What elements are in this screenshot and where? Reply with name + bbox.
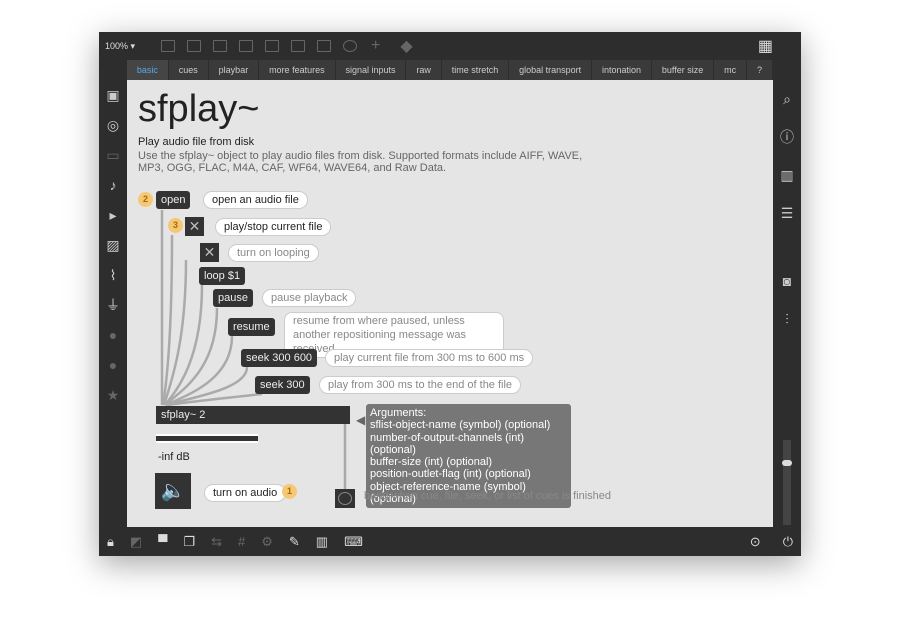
dial-icon[interactable] <box>343 40 357 52</box>
image-icon[interactable]: ▨ <box>99 230 127 260</box>
seek-300-message[interactable]: seek 300 <box>255 376 310 394</box>
play-list-icon[interactable]: ▸ <box>99 200 127 230</box>
wrench-icon[interactable]: ✎ <box>289 534 300 550</box>
loop-message[interactable]: loop $1 <box>199 267 246 285</box>
slider-icon[interactable] <box>317 40 331 52</box>
tab-help[interactable]: ? <box>747 60 773 80</box>
package-icon[interactable]: ▣ <box>99 80 127 110</box>
comment-open: open an audio file <box>203 191 308 209</box>
edit-icon[interactable]: ◩ <box>130 534 142 550</box>
comment-audio: turn on audio <box>204 484 287 502</box>
seek-300-600-message[interactable]: seek 300 600 <box>241 349 318 367</box>
sfplay-object[interactable]: sfplay~ 2 <box>156 406 350 424</box>
top-toolbar: 100% ▾ + ◆ ▦ <box>99 32 801 60</box>
film-icon[interactable]: ▭ <box>99 140 127 170</box>
debug-icon[interactable]: ⚙ <box>261 534 273 550</box>
tab-intonation[interactable]: intonation <box>592 60 652 80</box>
tab-signal-inputs[interactable]: signal inputs <box>336 60 407 80</box>
argument-item: number-of-output-channels (int) (optiona… <box>370 431 525 456</box>
target-icon[interactable]: ◎ <box>99 110 127 140</box>
step-badge-2: 2 <box>138 192 153 207</box>
arrow-left-icon: ◀ <box>356 413 366 427</box>
help-tabs: basic cues playbar more features signal … <box>127 60 773 80</box>
book-icon[interactable]: ▥ <box>773 160 801 190</box>
tab-playbar[interactable]: playbar <box>209 60 260 80</box>
grid-icon[interactable]: ▦ <box>758 36 773 56</box>
right-sidebar: ⌕ ⓘ ▥ ☰ ◙ ⫶ <box>773 80 801 527</box>
argument-item: buffer-size (int) (optional) <box>370 456 493 469</box>
tab-basic[interactable]: basic <box>127 60 169 80</box>
presentation-icon[interactable]: ▀ <box>158 534 167 549</box>
speaker-icon[interactable]: 🔈 <box>155 473 191 509</box>
resume-message[interactable]: resume <box>228 318 275 336</box>
camera-icon[interactable]: ◙ <box>773 266 801 296</box>
align-icon[interactable]: ⇆ <box>211 534 222 550</box>
argument-item: position-outlet-flag (int) (optional) <box>370 468 531 481</box>
step-badge-1: 1 <box>282 484 297 499</box>
left-sidebar: ▣ ◎ ▭ ♪ ▸ ▨ ⌇ ⏚ ● ● ★ <box>99 80 127 527</box>
info-icon[interactable]: ⓘ <box>773 122 801 152</box>
volume-slider[interactable] <box>782 440 792 525</box>
argument-item: sflist-object-name (symbol) (optional) <box>370 419 551 432</box>
bang-button[interactable] <box>335 489 355 508</box>
v-icon[interactable]: ● <box>99 320 127 350</box>
music-note-icon[interactable]: ♪ <box>99 170 127 200</box>
star-icon[interactable]: ★ <box>99 380 127 410</box>
b-icon[interactable]: ● <box>99 350 127 380</box>
search-icon[interactable]: ⌕ <box>773 84 801 114</box>
tab-time-stretch[interactable]: time stretch <box>442 60 510 80</box>
keyboard-icon[interactable]: ⌨ <box>344 534 363 550</box>
comment-play: play/stop current file <box>215 218 332 236</box>
comment-seek-2: play from 300 ms to the end of the file <box>319 376 522 394</box>
tab-raw[interactable]: raw <box>406 60 442 80</box>
comment-icon[interactable] <box>213 40 227 52</box>
paint-bucket-icon[interactable]: ◆ <box>400 36 412 56</box>
bottom-toolbar: 🔒︎ ◩ ▀ ❐ ⇆ # ⚙ ✎ ▥ ⌨ ⊙ ⏻ <box>99 527 801 556</box>
patcher-canvas: sfplay~ Play audio file from disk Use th… <box>127 80 773 527</box>
comment-bang: bang when cue, file, seek, or list of cu… <box>364 490 612 502</box>
plug-icon[interactable]: ⏚ <box>99 290 127 320</box>
piano-icon[interactable]: ▥ <box>316 534 328 550</box>
step-badge-3: 3 <box>168 218 183 233</box>
lock-icon[interactable]: 🔒︎ <box>107 534 114 550</box>
loop-toggle[interactable]: ✕ <box>200 243 219 262</box>
zoom-value: 100% <box>105 40 129 51</box>
bang-icon[interactable] <box>265 40 279 52</box>
grid-snap-icon[interactable]: # <box>238 534 245 549</box>
pause-message[interactable]: pause <box>213 289 253 307</box>
paperclip-icon[interactable]: ⌇ <box>99 260 127 290</box>
comment-loop: turn on looping <box>228 244 319 262</box>
toggle-icon[interactable] <box>239 40 253 52</box>
transport-play-icon[interactable]: ⊙ <box>750 534 761 550</box>
arguments-heading: Arguments: <box>370 407 427 419</box>
list-icon[interactable]: ☰ <box>773 198 801 228</box>
plus-icon[interactable]: + <box>371 37 380 55</box>
max-patcher-window: 100% ▾ + ◆ ▦ basic cues playbar more fea… <box>99 32 801 556</box>
zoom-dropdown[interactable]: 100% ▾ <box>105 41 155 52</box>
windows-icon[interactable]: ❐ <box>183 534 195 550</box>
new-object-icon[interactable] <box>161 40 175 52</box>
tab-cues[interactable]: cues <box>169 60 209 80</box>
tab-buffer-size[interactable]: buffer size <box>652 60 715 80</box>
mixer-icon[interactable]: ⫶ <box>773 304 801 334</box>
gain-slider[interactable] <box>156 434 258 443</box>
power-icon[interactable]: ⏻ <box>783 534 793 550</box>
new-message-icon[interactable] <box>187 40 201 52</box>
level-readout: -inf dB <box>158 451 190 463</box>
tab-mc[interactable]: mc <box>714 60 748 80</box>
comment-seek-1: play current file from 300 ms to 600 ms <box>325 349 534 367</box>
comment-pause: pause playback <box>262 289 357 307</box>
tab-global-transport[interactable]: global transport <box>509 60 593 80</box>
playbar-icon[interactable] <box>291 40 305 52</box>
play-toggle[interactable]: ✕ <box>185 217 204 236</box>
open-message[interactable]: open <box>156 191 191 209</box>
tab-more-features[interactable]: more features <box>259 60 336 80</box>
